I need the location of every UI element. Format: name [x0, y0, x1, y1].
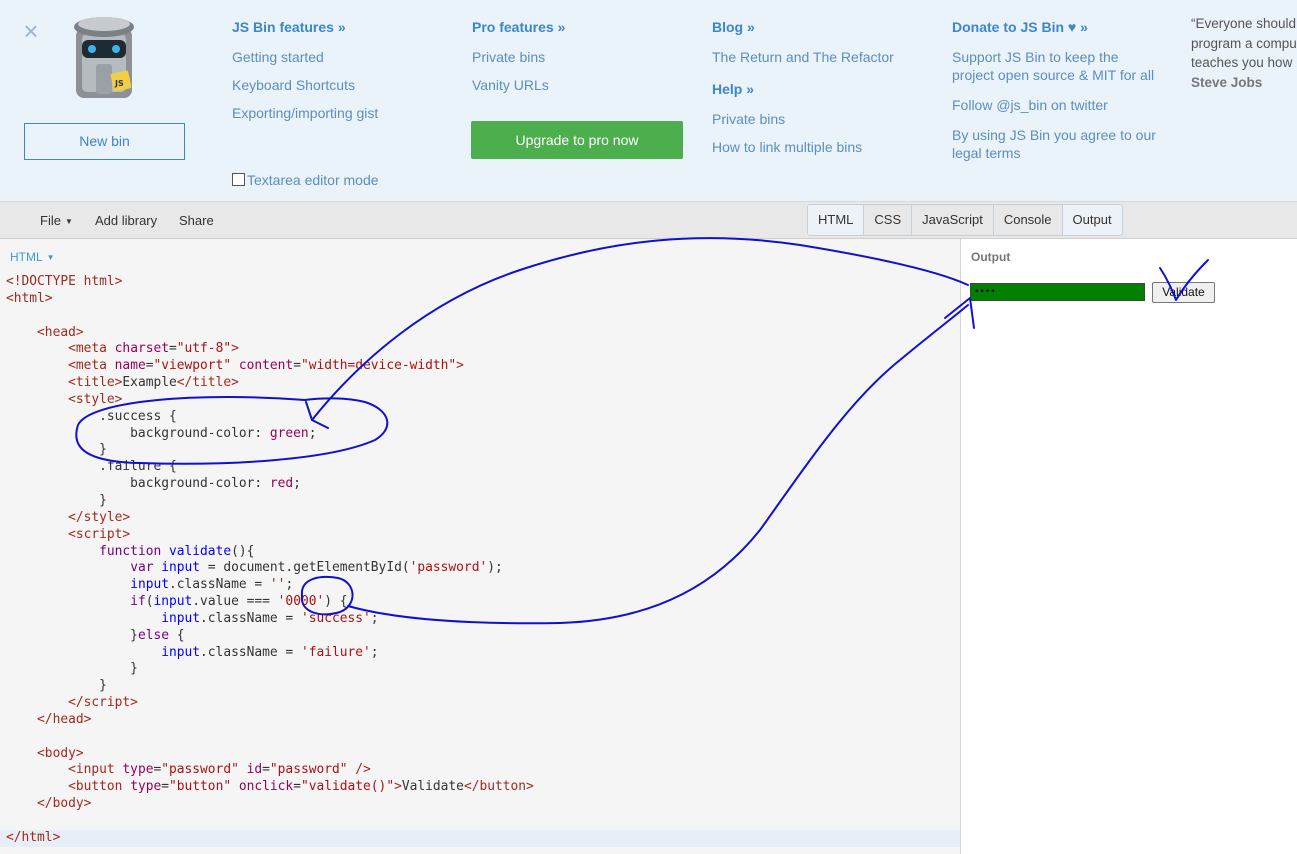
pro-column: Pro features » Private bins Vanity URLs — [472, 18, 565, 104]
quote-line: “Everyone should — [1191, 16, 1297, 31]
code-line: } — [6, 678, 107, 694]
code-line: </body> — [37, 796, 92, 812]
code-line: </head> — [37, 711, 92, 727]
link-vanity-urls[interactable]: Vanity URLs — [472, 76, 565, 94]
output-panel-label: Output — [971, 250, 1011, 264]
code-line: <head> — [37, 324, 84, 340]
file-menu-label: File — [40, 213, 61, 228]
link-support[interactable]: Support JS Bin to keep the project open … — [952, 48, 1157, 84]
textarea-mode-label: Textarea editor mode — [247, 172, 379, 188]
code-line: <style> — [68, 391, 123, 407]
validate-button[interactable]: Validate — [1152, 282, 1215, 303]
code-line: } — [6, 442, 107, 458]
link-exporting-gist[interactable]: Exporting/importing gist — [232, 104, 378, 122]
jsbin-logo: JS — [74, 17, 134, 98]
close-icon[interactable]: × — [20, 18, 42, 44]
code-line: } — [6, 661, 138, 677]
add-library-button[interactable]: Add library — [95, 213, 157, 228]
code-line: input.className = 'success'; — [161, 610, 379, 626]
chevron-down-icon: ▼ — [46, 253, 55, 262]
quote-line: teaches you how — [1191, 55, 1293, 70]
file-menu[interactable]: File ▼ — [40, 213, 73, 228]
password-input[interactable]: •••• — [970, 283, 1145, 301]
chevron-down-icon: ▼ — [64, 217, 73, 226]
blog-heading[interactable]: Blog » — [712, 18, 894, 36]
output-panel: Output •••• Validate — [961, 239, 1297, 854]
code-line: input.className = 'failure'; — [161, 644, 379, 660]
pro-heading[interactable]: Pro features » — [472, 18, 565, 36]
tab-javascript[interactable]: JavaScript — [912, 205, 994, 235]
code-line: <meta charset="utf-8"> — [68, 341, 239, 357]
code-line: <title>Example</title> — [68, 375, 239, 391]
code-line: background-color: red; — [6, 476, 301, 492]
code-line: <meta name="viewport" content="width=dev… — [68, 358, 464, 374]
textarea-mode-toggle[interactable]: Textarea editor mode — [232, 172, 379, 188]
tab-output[interactable]: Output — [1062, 205, 1122, 235]
upgrade-button[interactable]: Upgrade to pro now — [471, 121, 683, 159]
code-line: .failure { — [6, 459, 177, 475]
share-button[interactable]: Share — [179, 213, 214, 228]
donate-column: Donate to JS Bin ♥ » Support JS Bin to k… — [952, 18, 1157, 174]
link-multiple-bins[interactable]: How to link multiple bins — [712, 138, 894, 156]
features-heading[interactable]: JS Bin features » — [232, 18, 378, 36]
quote: “Everyone should program a compu teaches… — [1191, 14, 1297, 92]
code-line: <script> — [68, 526, 131, 542]
code-line: <!DOCTYPE html> — [6, 274, 123, 289]
tab-html[interactable]: HTML — [808, 205, 865, 235]
code-line: <button type="button" onclick="validate(… — [68, 779, 534, 795]
help-panel: × JS New bin JS Bin features » Getting s… — [0, 0, 1297, 202]
link-legal[interactable]: By using JS Bin you agree to our legal t… — [952, 126, 1157, 162]
link-help-private-bins[interactable]: Private bins — [712, 110, 894, 128]
code-line: }else { — [6, 627, 185, 643]
tab-css[interactable]: CSS — [864, 205, 913, 235]
code-line: </html> — [0, 829, 960, 847]
link-twitter[interactable]: Follow @js_bin on twitter — [952, 96, 1157, 114]
panel-tabs: HTML CSS JavaScript Console Output — [807, 204, 1123, 236]
new-bin-button[interactable]: New bin — [24, 123, 185, 160]
features-column: JS Bin features » Getting started Keyboa… — [232, 18, 378, 132]
editor-panel-label[interactable]: HTML ▼ — [10, 250, 55, 264]
code-line: <body> — [37, 745, 84, 761]
quote-line: program a compu — [1191, 35, 1297, 51]
link-keyboard-shortcuts[interactable]: Keyboard Shortcuts — [232, 76, 378, 94]
code-line: </script> — [68, 695, 138, 711]
code-line: if(input.value === '0000') { — [130, 594, 348, 610]
svg-text:JS: JS — [114, 79, 124, 88]
editor-panel-label-text: HTML — [10, 250, 43, 264]
tab-console[interactable]: Console — [993, 205, 1063, 235]
link-private-bins[interactable]: Private bins — [472, 48, 565, 66]
donate-heading[interactable]: Donate to JS Bin ♥ » — [952, 18, 1157, 36]
link-blog-post[interactable]: The Return and The Refactor — [712, 48, 894, 66]
code-line: function validate(){ — [99, 543, 255, 559]
code-line: input.className = ''; — [130, 577, 294, 593]
code-area[interactable]: <!DOCTYPE html> <html> <head> <meta chars… — [0, 274, 960, 847]
textarea-mode-checkbox[interactable] — [232, 173, 245, 186]
code-line: .success { — [6, 408, 177, 424]
help-heading[interactable]: Help » — [712, 80, 894, 98]
html-editor-panel[interactable]: HTML ▼ <!DOCTYPE html> <html> <head> <meta… — [0, 239, 961, 854]
code-line: </style> — [68, 509, 131, 525]
code-line: <html> — [6, 290, 53, 306]
blog-column: Blog » The Return and The Refactor Help … — [712, 18, 894, 166]
code-line: } — [6, 492, 107, 508]
quote-author: Steve Jobs — [1191, 74, 1263, 90]
link-getting-started[interactable]: Getting started — [232, 48, 378, 66]
code-line: background-color: green; — [6, 425, 317, 441]
code-line: var input = document.getElementById('pas… — [130, 560, 503, 576]
code-line: <input type="password" id="password" /> — [68, 762, 371, 778]
